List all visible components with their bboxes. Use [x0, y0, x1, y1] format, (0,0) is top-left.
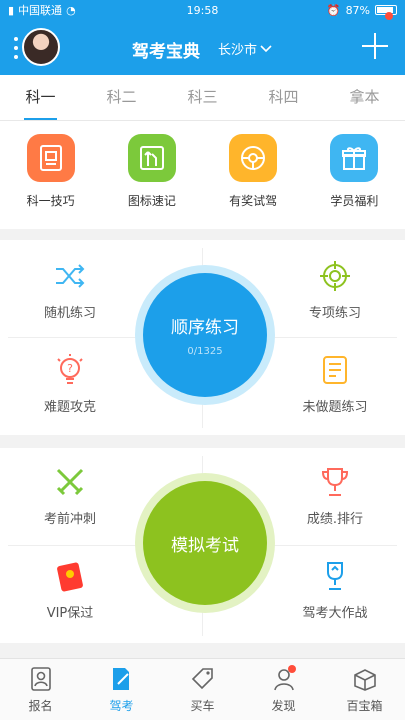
id-card-icon	[27, 665, 55, 693]
wifi-icon: ◔	[66, 3, 76, 17]
cell-label: 随机练习	[43, 306, 96, 321]
cell-label: 难题攻克	[43, 400, 96, 415]
nav-discover[interactable]: 发现	[243, 659, 324, 720]
treasure-box-icon	[351, 665, 379, 693]
tool-test-drive[interactable]: 有奖试驾	[203, 121, 304, 229]
chevron-down-icon	[260, 44, 272, 52]
tool-label: 有奖试驾	[229, 194, 278, 208]
status-right: ⏰ 87%	[267, 3, 398, 17]
tab-subject-1[interactable]: 科一	[0, 75, 81, 120]
question-bulb-icon: ?	[52, 352, 88, 388]
red-envelope-icon	[52, 558, 88, 594]
price-tag-icon	[189, 665, 217, 693]
notification-dot	[385, 12, 393, 20]
mock-exam-button[interactable]: 模拟考试	[135, 473, 275, 613]
nav-label: 买车	[190, 699, 215, 713]
app-title: 驾考宝典	[132, 42, 200, 62]
app-header: 驾考宝典 长沙市	[0, 20, 405, 75]
traffic-sign-icon	[127, 134, 176, 182]
mock-exam-circle: 模拟考试	[143, 481, 267, 605]
cell-label: VIP保过	[46, 606, 94, 621]
nav-toolbox[interactable]: 百宝箱	[324, 659, 405, 720]
subject-tabs: 科一 科二 科三 科四 拿本	[0, 75, 405, 121]
mock-exam-title: 模拟考试	[171, 535, 239, 556]
hard-questions[interactable]: ? 难题攻克	[0, 352, 140, 415]
tool-label: 图标速记	[127, 194, 176, 208]
city-label: 长沙市	[218, 43, 258, 58]
tab-subject-2[interactable]: 科二	[81, 75, 162, 120]
cell-label: 成绩.排行	[306, 512, 364, 527]
shuffle-icon	[52, 258, 88, 294]
quick-tools: 科一技巧 图标速记 有奖试驾 学员福利	[0, 121, 405, 229]
cell-label: 考前冲刺	[43, 512, 96, 527]
tool-signs[interactable]: 图标速记	[101, 121, 202, 229]
cell-label: 驾考大作战	[302, 606, 368, 621]
status-time: 19:58	[186, 3, 219, 17]
nav-buy-car[interactable]: 买车	[162, 659, 243, 720]
exam-pen-icon	[108, 665, 136, 693]
bottom-nav: 报名 驾考 买车 发现 百宝箱	[0, 658, 405, 720]
signal-icon: ▮	[8, 3, 15, 17]
nav-label: 发现	[271, 699, 296, 713]
cell-label: 未做题练习	[302, 400, 368, 415]
tool-label: 学员福利	[330, 194, 379, 208]
nav-label: 百宝箱	[346, 699, 383, 713]
city-selector[interactable]: 长沙市	[218, 39, 272, 58]
tab-subject-3[interactable]: 科三	[162, 75, 243, 120]
sequential-practice-button[interactable]: 顺序练习 0/1325	[135, 265, 275, 405]
trophy-icon	[317, 464, 353, 500]
status-left: ▮ 中国联通 ◔	[8, 2, 138, 18]
notepad-icon	[317, 352, 353, 388]
nav-label: 驾考	[109, 699, 134, 713]
avatar[interactable]	[22, 28, 60, 66]
nav-driving-test[interactable]: 驾考	[81, 659, 162, 720]
random-practice[interactable]: 随机练习	[0, 258, 140, 321]
svg-text:?: ?	[67, 362, 73, 375]
tab-subject-4[interactable]: 科四	[243, 75, 324, 120]
score-ranking[interactable]: 成绩.排行	[265, 464, 405, 527]
vip-guarantee[interactable]: VIP保过	[0, 558, 140, 621]
add-button[interactable]	[362, 33, 388, 59]
discover-badge	[288, 665, 296, 673]
tool-label: 科一技巧	[26, 194, 75, 208]
gift-icon	[330, 134, 379, 182]
document-icon	[26, 134, 75, 182]
cell-label: 专项练习	[308, 306, 361, 321]
tool-welfare[interactable]: 学员福利	[304, 121, 405, 229]
tool-tips[interactable]: 科一技巧	[0, 121, 101, 229]
alarm-icon: ⏰	[326, 3, 341, 17]
steering-wheel-icon	[229, 134, 278, 182]
undone-practice[interactable]: 未做题练习	[265, 352, 405, 415]
practice-panel: 随机练习 专项练习 ? 难题攻克 未做题练习 顺序练习 0/1325	[0, 240, 405, 435]
sequential-practice-title: 顺序练习	[171, 318, 239, 338]
nav-enroll[interactable]: 报名	[0, 659, 81, 720]
target-icon	[317, 258, 353, 294]
menu-dots-icon[interactable]	[14, 37, 20, 59]
tab-get-license[interactable]: 拿本	[324, 75, 405, 120]
status-bar: ▮ 中国联通 ◔ 19:58 ⏰ 87%	[0, 0, 405, 20]
pre-exam-sprint[interactable]: 考前冲刺	[0, 464, 140, 527]
sequential-practice-progress: 0/1325	[187, 346, 223, 357]
crossed-swords-icon	[52, 464, 88, 500]
carrier-label: 中国联通	[18, 4, 63, 17]
special-practice[interactable]: 专项练习	[265, 258, 405, 321]
battery-percent: 87%	[345, 3, 371, 17]
exam-panel: 考前冲刺 成绩.排行 VIP保过 驾考大作战 模拟考试	[0, 448, 405, 643]
cup-icon	[317, 558, 353, 594]
nav-label: 报名	[28, 699, 53, 713]
sequential-practice-circle: 顺序练习 0/1325	[143, 273, 267, 397]
driving-test-battle[interactable]: 驾考大作战	[265, 558, 405, 621]
